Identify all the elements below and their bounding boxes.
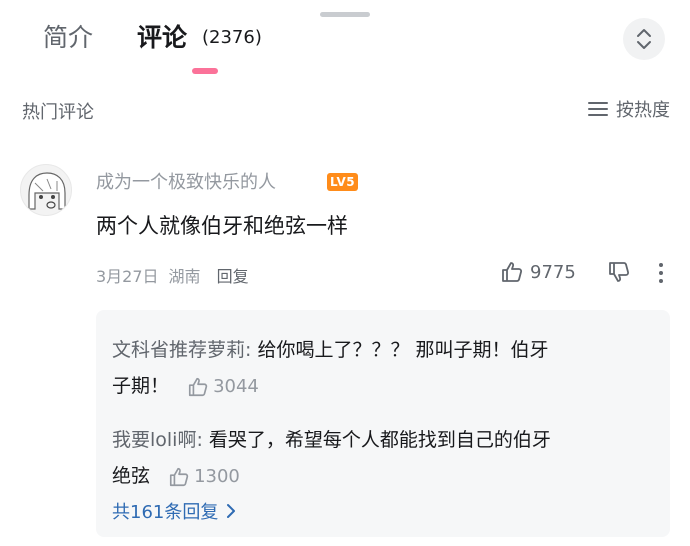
more-vertical-icon — [659, 263, 663, 283]
tab-comments[interactable]: 评论 — [137, 20, 187, 56]
username[interactable]: 成为一个极致快乐的人 — [96, 168, 276, 194]
view-all-replies-link[interactable]: 共161条回复 — [112, 498, 236, 524]
reply-button[interactable]: 回复 — [217, 263, 249, 287]
thumb-up-icon — [188, 377, 208, 396]
comment-text: 两个人就像伯牙和绝弦一样 — [96, 214, 348, 238]
comment-date: 3月27日 — [96, 267, 159, 286]
sort-button[interactable]: 按热度 — [588, 96, 670, 122]
reply-like-count: 1300 — [194, 465, 240, 487]
like-count: 9775 — [530, 261, 576, 283]
level-badge: LV5 — [327, 173, 359, 191]
reply-text-continued: 子期！ — [112, 375, 170, 397]
reply-text-continued: 绝弦 — [112, 465, 151, 487]
thumb-down-icon — [609, 262, 630, 282]
thumb-up-icon — [502, 262, 523, 282]
sort-label: 按热度 — [616, 100, 670, 121]
reply-item[interactable]: 文科省推荐萝莉: 给你喝上了？？？ 那叫子期！伯牙 子期！ 3044 — [112, 332, 652, 405]
active-tab-indicator — [192, 68, 218, 74]
tab-intro[interactable]: 简介 — [43, 20, 93, 56]
view-all-label: 共161条回复 — [112, 502, 219, 523]
comment-meta: 3月27日 湖南 回复 — [96, 263, 249, 287]
reply-panel: 文科省推荐萝莉: 给你喝上了？？？ 那叫子期！伯牙 子期！ 3044 我要lol… — [96, 310, 670, 537]
comment-count: (2376) — [202, 27, 262, 48]
reply-item[interactable]: 我要loli啊: 看哭了，希望每个人都能找到自己的伯牙 绝弦 1300 — [112, 422, 652, 495]
avatar[interactable] — [20, 164, 72, 216]
reply-like-button[interactable]: 3044 — [187, 369, 259, 405]
chevron-right-icon — [227, 504, 236, 518]
expand-button[interactable] — [623, 18, 665, 60]
reply-username[interactable]: 文科省推荐萝莉: — [112, 339, 251, 361]
section-title: 热门评论 — [22, 102, 94, 123]
reply-text: 看哭了，希望每个人都能找到自己的伯牙 — [202, 429, 551, 451]
chevron-up-down-icon — [637, 29, 651, 49]
thumb-up-icon — [169, 467, 189, 486]
reply-like-count: 3044 — [213, 375, 259, 397]
sort-lines-icon — [588, 102, 608, 116]
tab-bar: 简介 评论 (2376) — [0, 0, 690, 80]
more-button[interactable] — [657, 262, 665, 288]
like-button[interactable]: 9775 — [500, 260, 576, 284]
reply-text: 给你喝上了？？？ 那叫子期！伯牙 — [251, 339, 549, 361]
reply-username[interactable]: 我要loli啊: — [112, 429, 203, 451]
dislike-button[interactable] — [607, 260, 631, 288]
comment-location: 湖南 — [168, 267, 201, 286]
reply-like-button[interactable]: 1300 — [168, 459, 240, 495]
